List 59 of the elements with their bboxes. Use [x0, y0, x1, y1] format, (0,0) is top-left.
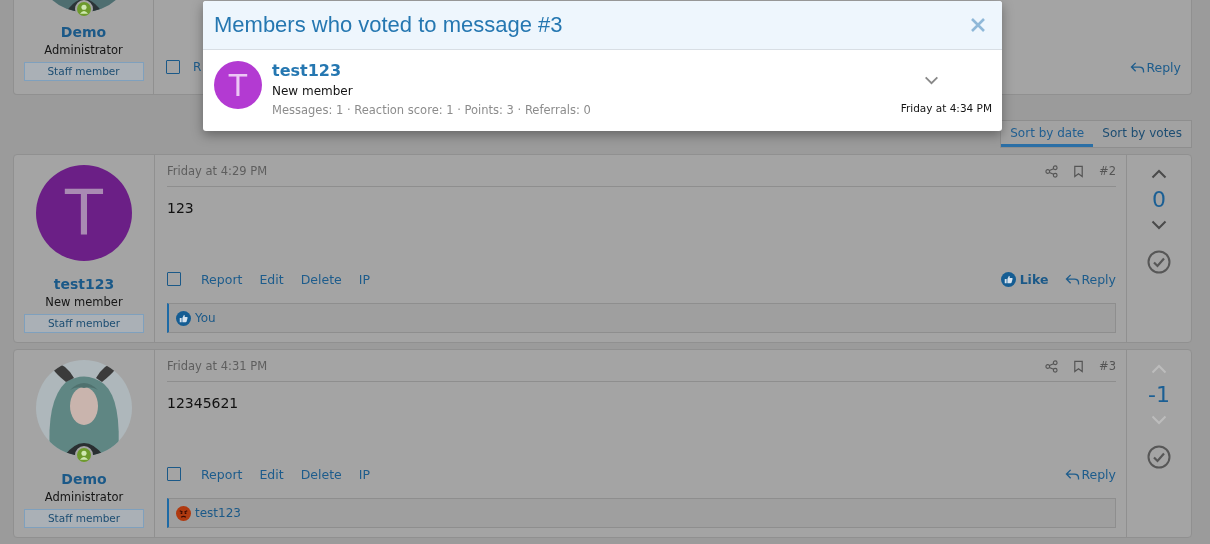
username-link[interactable]: test123 [53, 275, 115, 293]
reactions-bar[interactable]: test123 [167, 498, 1116, 528]
accept-answer-button[interactable] [1147, 445, 1171, 469]
username-link[interactable]: Demo [61, 470, 107, 488]
sort-tab[interactable]: Sort by votes [1093, 121, 1191, 147]
accept-answer-button[interactable] [1147, 250, 1171, 274]
staff-badge: Staff member [24, 509, 144, 528]
user-title: Administrator [44, 489, 124, 506]
reply-icon [1065, 467, 1081, 481]
upvote-button[interactable] [1151, 169, 1167, 179]
avatar[interactable]: T [214, 61, 262, 109]
like-button[interactable]: Like [1000, 271, 1049, 287]
share-icon[interactable] [1045, 359, 1059, 373]
post-number[interactable]: #2 [1099, 164, 1116, 178]
user-stats: Messages: 1 · Reaction score: 1 · Points: 3 · Referrals: 0 [272, 102, 592, 119]
share-icon[interactable] [1045, 164, 1059, 178]
like-icon [1000, 271, 1016, 287]
post-date[interactable]: Friday at 4:31 PM [167, 359, 268, 373]
action-link[interactable]: Report [201, 271, 243, 287]
action-link[interactable]: Edit [259, 271, 284, 287]
user-title: New member [272, 83, 354, 100]
action-link[interactable]: R [193, 60, 202, 74]
action-link[interactable]: IP [358, 271, 370, 287]
reactions-bar[interactable]: You [167, 303, 1116, 333]
select-checkbox[interactable] [166, 60, 180, 74]
reply-link[interactable]: Reply [1065, 466, 1116, 482]
vote-time: Friday at 4:34 PM [900, 102, 992, 114]
downvote-button[interactable] [1151, 220, 1167, 230]
post-date[interactable]: Friday at 4:29 PM [167, 164, 268, 178]
post-number[interactable]: #3 [1099, 359, 1116, 373]
bookmark-icon[interactable] [1072, 359, 1086, 373]
bookmark-icon[interactable] [1072, 164, 1086, 178]
user-title: New member [45, 294, 123, 311]
select-checkbox[interactable] [167, 467, 181, 481]
post-text: 12345621 [167, 394, 240, 413]
action-link[interactable]: Delete [300, 271, 342, 287]
staff-badge: Staff member [23, 62, 144, 81]
action-link[interactable]: Delete [300, 466, 342, 482]
reply-icon [1065, 272, 1081, 286]
action-link[interactable]: Report [201, 466, 243, 482]
reply-link[interactable]: Reply [1130, 59, 1181, 75]
action-link[interactable]: IP [358, 466, 370, 482]
reply-icon [1130, 60, 1146, 74]
username-link[interactable]: Demo [60, 23, 107, 41]
dialog-title: Members who voted to message #3 [214, 12, 564, 38]
vote-score[interactable]: -1 [1148, 379, 1170, 411]
chevron-down-icon[interactable] [923, 76, 939, 85]
post-text: 123 [167, 199, 195, 218]
username-link[interactable]: test123 [272, 61, 901, 81]
avatar[interactable]: T [36, 165, 132, 261]
user-title: Administrator [44, 42, 123, 59]
close-icon[interactable] [970, 17, 986, 33]
angry-face-icon [176, 505, 191, 521]
staff-badge: Staff member [24, 314, 144, 333]
select-checkbox[interactable] [167, 272, 181, 286]
action-link[interactable]: Edit [259, 466, 284, 482]
reply-link[interactable]: Reply [1065, 271, 1116, 287]
vote-score[interactable]: 0 [1152, 184, 1166, 216]
like-icon [176, 310, 191, 326]
